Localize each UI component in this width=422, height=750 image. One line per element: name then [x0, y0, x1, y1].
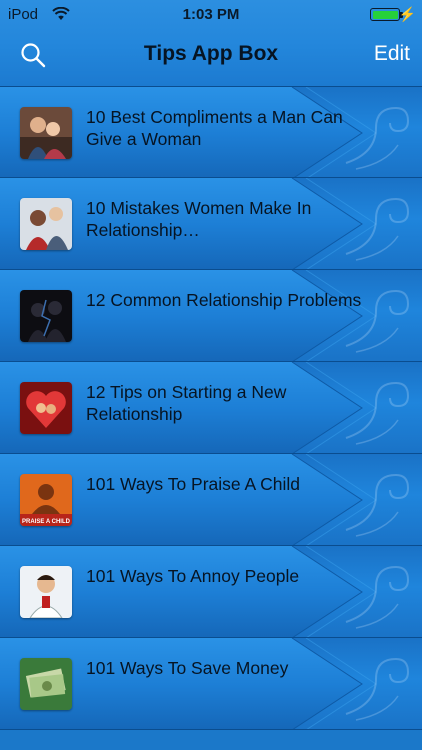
list-item[interactable]: 10 Best Compliments a Man Can Give a Wom… [0, 86, 422, 178]
list-item[interactable]: 12 Tips on Starting a New Relationship [0, 362, 422, 454]
status-bar: iPod 1:03 PM ⚡ [0, 0, 422, 30]
tips-list: 10 Best Compliments a Man Can Give a Wom… [0, 86, 422, 750]
list-item[interactable]: 101 Ways To Save Money [0, 638, 422, 730]
charging-icon: ⚡ [398, 6, 416, 22]
thumbnail-image [20, 107, 72, 159]
page-title: Tips App Box [143, 42, 279, 65]
list-item-title: 101 Ways To Praise A Child [86, 474, 300, 494]
list-item[interactable]: 101 Ways To Annoy People [0, 546, 422, 638]
battery-icon [370, 8, 400, 21]
top-bar: iPod 1:03 PM ⚡ Tips App Box Edit [0, 0, 422, 86]
thumbnail-image [20, 198, 72, 250]
thumbnail-image: PRAISE A CHILD [20, 474, 72, 526]
list-item-title: 101 Ways To Annoy People [86, 566, 300, 586]
list-item-title: 12 Tips on Starting a New Relationship [86, 382, 287, 424]
list-item-title: 10 Mistakes Women Make In Relationship… [86, 198, 312, 240]
thumbnail-image [20, 290, 72, 342]
list-item[interactable]: PRAISE A CHILD 101 Ways To Praise A Child [0, 454, 422, 546]
swirl-decoration [345, 565, 410, 629]
list-item-title: 12 Common Relationship Problems [86, 290, 362, 310]
swirl-decoration [345, 473, 410, 537]
list-item-title: 10 Best Compliments a Man Can Give a Wom… [86, 107, 343, 149]
list-item-title: 101 Ways To Save Money [86, 658, 289, 678]
list-item[interactable]: 12 Common Relationship Problems [0, 270, 422, 362]
swirl-decoration [345, 289, 410, 353]
thumbnail-image [20, 658, 72, 710]
swirl-decoration [345, 657, 410, 721]
svg-text:PRAISE A CHILD: PRAISE A CHILD [22, 519, 71, 525]
edit-button[interactable]: Edit [374, 42, 410, 66]
thumbnail-image [20, 566, 72, 618]
thumbnail-image [20, 382, 72, 434]
list-item[interactable]: 10 Mistakes Women Make In Relationship… [0, 178, 422, 270]
clock: 1:03 PM [182, 6, 240, 23]
